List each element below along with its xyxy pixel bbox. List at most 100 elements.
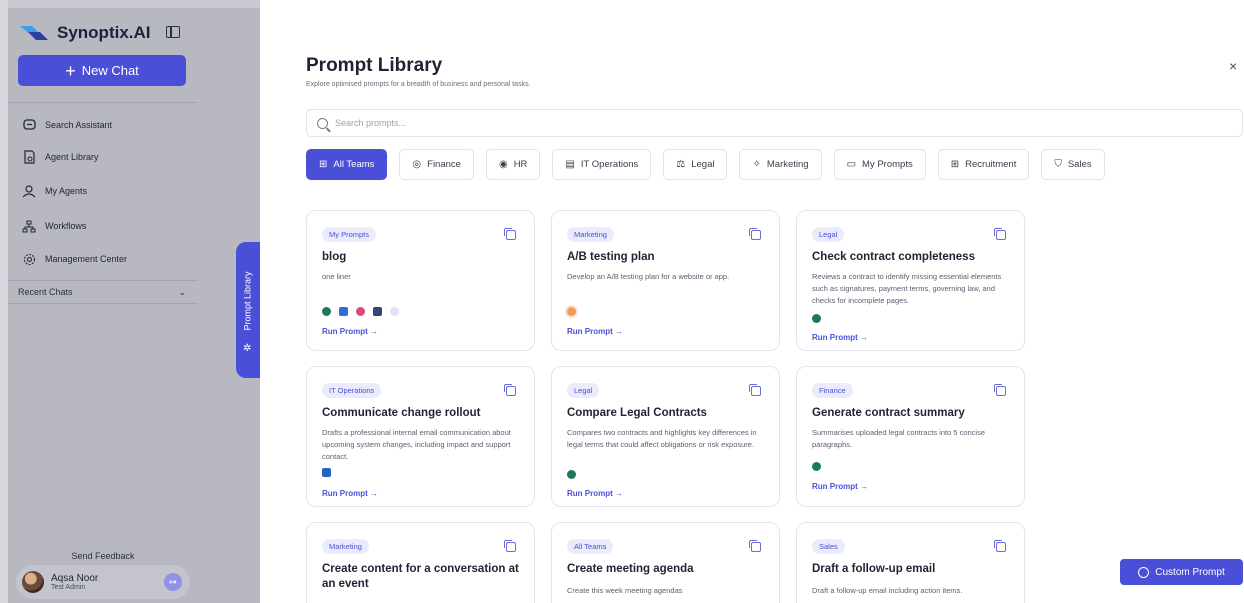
chevron-down-icon: ⌄: [178, 287, 186, 297]
server-icon: ▤: [565, 159, 575, 170]
brand-logo-icon: [20, 26, 48, 40]
recent-chats-toggle[interactable]: Recent Chats ⌄: [18, 287, 186, 298]
run-prompt-link[interactable]: Run Prompt →: [812, 482, 868, 491]
prompt-library-modal: Prompt Library Explore optimised prompts…: [260, 0, 1244, 603]
grid-icon: ⊞: [950, 159, 960, 170]
filter-label: My Prompts: [862, 159, 913, 170]
outlook-icon: [322, 468, 331, 477]
card-title: Create content for a conversation at an …: [322, 563, 519, 590]
card-integrations: [812, 462, 821, 471]
card-tag: Marketing: [322, 539, 369, 554]
search-input[interactable]: Search prompts...: [306, 109, 1243, 137]
send-feedback-link[interactable]: Send Feedback: [8, 551, 198, 561]
run-prompt-link[interactable]: Run Prompt →: [322, 327, 378, 336]
chat-icon: [1138, 566, 1150, 578]
card-title: blog: [322, 251, 347, 263]
prompt-card[interactable]: My Prompts blog one liner Run Prompt →: [306, 210, 535, 351]
copy-icon[interactable]: [504, 540, 516, 552]
custom-prompt-button[interactable]: Custom Prompt: [1120, 559, 1243, 585]
chat-bubble-icon: [22, 118, 36, 132]
card-title: Draft a follow-up email: [812, 563, 936, 575]
sparkle-icon: ✧: [752, 159, 761, 170]
sidebar-item-agent-library[interactable]: Agent Library: [22, 150, 99, 164]
heart-icon: [356, 307, 365, 316]
divider: [8, 102, 198, 103]
card-description: one liner: [322, 272, 351, 281]
sidebar-item-label: Agent Library: [45, 152, 99, 162]
prompt-card[interactable]: Legal Compare Legal Contracts Compares t…: [551, 366, 780, 507]
card-tag: Legal: [812, 227, 845, 242]
run-prompt-link[interactable]: Run Prompt →: [567, 489, 623, 498]
run-prompt-link[interactable]: Run Prompt →: [322, 489, 378, 498]
new-chat-label: New Chat: [81, 63, 139, 78]
filter-label: Marketing: [766, 159, 809, 170]
card-tag: Legal: [567, 383, 600, 398]
filter-label: IT Operations: [580, 159, 639, 170]
plus-icon: +: [65, 60, 76, 81]
card-title: Check contract completeness: [812, 251, 975, 263]
filter-label: All Teams: [333, 159, 375, 170]
copy-icon[interactable]: [504, 384, 516, 396]
filter-sales[interactable]: ⛉ Sales: [1041, 149, 1105, 180]
sidebar-toggle-icon[interactable]: [166, 26, 180, 38]
gear-icon: [22, 252, 36, 266]
prompt-card[interactable]: Marketing Create content for a conversat…: [306, 522, 535, 603]
filter-recruitment[interactable]: ⊞ Recruitment: [937, 149, 1030, 180]
filter-legal[interactable]: ⚖ Legal: [663, 149, 728, 180]
user-role: Test Admin: [51, 584, 86, 591]
prompt-card[interactable]: IT Operations Communicate change rollout…: [306, 366, 535, 507]
filter-hr[interactable]: ◉ HR: [485, 149, 541, 180]
copy-icon[interactable]: [749, 384, 761, 396]
window-edge: [0, 0, 8, 603]
copy-icon[interactable]: [749, 540, 761, 552]
database-icon: [339, 307, 348, 316]
prompt-card[interactable]: Legal Check contract completeness Review…: [796, 210, 1025, 351]
sidebar-item-my-agents[interactable]: My Agents: [22, 184, 87, 198]
copy-icon[interactable]: [749, 228, 761, 240]
sharepoint-icon: [812, 462, 821, 471]
filter-all-teams[interactable]: ⊞ All Teams: [306, 149, 388, 180]
sidebar-item-search-assistant[interactable]: Search Assistant: [22, 118, 112, 132]
prompt-card[interactable]: Sales Draft a follow-up email Draft a fo…: [796, 522, 1025, 603]
user-card[interactable]: Aqsa Noor Test Admin ↦: [16, 565, 190, 599]
run-prompt-link[interactable]: Run Prompt →: [567, 327, 623, 336]
copy-icon[interactable]: [994, 540, 1006, 552]
filter-it-operations[interactable]: ▤ IT Operations: [552, 149, 652, 180]
close-icon[interactable]: ×: [1229, 58, 1237, 74]
card-integrations: [567, 470, 576, 479]
card-integrations: [322, 307, 399, 316]
pipeline-icon: [373, 307, 382, 316]
divider: [8, 303, 198, 304]
card-title: Generate contract summary: [812, 407, 965, 419]
prompt-card[interactable]: Finance Generate contract summary Summar…: [796, 366, 1025, 507]
prompt-card[interactable]: All Teams Create meeting agenda Create t…: [551, 522, 780, 603]
page-title: Prompt Library: [306, 55, 443, 76]
copy-icon[interactable]: [994, 384, 1006, 396]
prompt-card[interactable]: Marketing A/B testing plan Develop an A/…: [551, 210, 780, 351]
copy-icon[interactable]: [504, 228, 516, 240]
logout-icon[interactable]: ↦: [164, 573, 182, 591]
tag-icon: ⛉: [1054, 159, 1062, 170]
sidebar-item-label: Management Center: [45, 254, 128, 264]
avatar: [22, 571, 44, 593]
filter-my-prompts[interactable]: ▭ My Prompts: [833, 149, 926, 180]
run-prompt-link[interactable]: Run Prompt →: [812, 333, 868, 342]
finance-icon: ◎: [412, 159, 422, 170]
user-name: Aqsa Noor: [51, 573, 99, 584]
recent-chats-label: Recent Chats: [18, 287, 73, 297]
filter-marketing[interactable]: ✧ Marketing: [739, 149, 822, 180]
card-integrations: [567, 307, 576, 316]
prompt-library-tab-label-wrap: Prompt Library: [236, 242, 260, 378]
sidebar-item-workflows[interactable]: Workflows: [22, 219, 86, 233]
message-icon: ▭: [846, 159, 857, 170]
search-icon: [317, 117, 328, 129]
filter-finance[interactable]: ◎ Finance: [399, 149, 474, 180]
agents-icon: [22, 184, 36, 198]
card-description: Compares two contracts and highlights ke…: [567, 428, 757, 449]
card-tag: My Prompts: [322, 227, 377, 242]
copy-icon[interactable]: [994, 228, 1006, 240]
new-chat-button[interactable]: + New Chat: [18, 55, 186, 86]
card-title: Communicate change rollout: [322, 407, 481, 419]
card-tag: Finance: [812, 383, 853, 398]
sidebar-item-management-center[interactable]: Management Center: [22, 252, 127, 266]
